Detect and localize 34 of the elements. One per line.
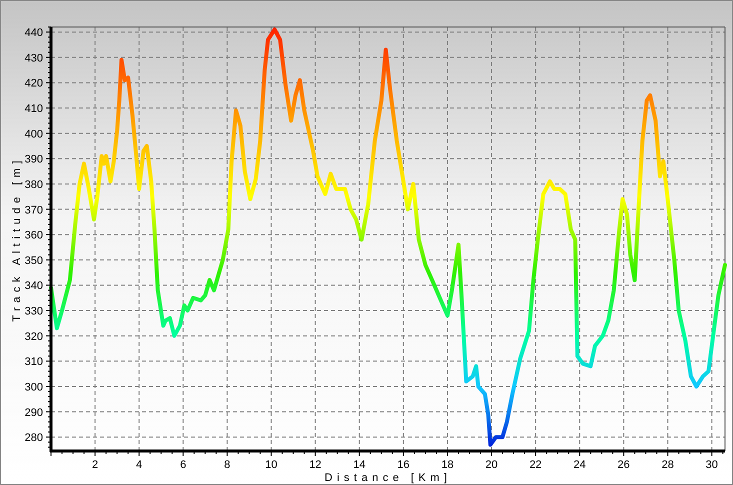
x-tick-label: 6 <box>180 459 186 471</box>
y-tick-label: 410 <box>24 103 43 115</box>
x-tick-label: 20 <box>485 459 498 471</box>
x-tick-label: 24 <box>574 459 586 471</box>
x-tick-label: 2 <box>92 459 98 471</box>
x-tick-label: 8 <box>224 459 230 471</box>
y-tick-label: 440 <box>24 27 43 40</box>
y-tick-label: 350 <box>24 254 43 267</box>
y-tick-label: 340 <box>24 280 43 292</box>
x-tick-label: 22 <box>529 459 542 471</box>
y-tick-label: 280 <box>24 432 43 444</box>
x-tick-label: 14 <box>353 459 366 471</box>
y-tick-label: 420 <box>24 78 43 90</box>
y-tick-label: 400 <box>24 128 43 140</box>
y-tick-label: 330 <box>24 306 43 318</box>
y-tick-label: 430 <box>24 52 43 64</box>
x-tick-label: 10 <box>265 459 278 471</box>
x-axis-label: Distance [Km] <box>324 472 452 484</box>
x-tick-label: 18 <box>441 459 454 471</box>
y-tick-label: 300 <box>24 381 43 394</box>
y-axis-label: Track Altitude [m] <box>11 156 23 322</box>
x-tick-label: 28 <box>662 459 674 471</box>
y-tick-label: 390 <box>24 154 43 166</box>
x-tick-label: 12 <box>309 459 322 471</box>
x-tick-label: 4 <box>136 459 142 471</box>
y-tick-label: 360 <box>24 230 43 242</box>
y-tick-label: 290 <box>24 406 43 419</box>
y-tick-label: 370 <box>24 204 43 216</box>
x-tick-label: 16 <box>397 459 410 471</box>
y-tick-label: 320 <box>24 330 43 343</box>
y-tick-label: 380 <box>24 178 43 191</box>
x-tick-label: 30 <box>706 459 718 471</box>
x-tick-label: 26 <box>618 459 630 471</box>
y-tick-label: 310 <box>24 356 43 368</box>
